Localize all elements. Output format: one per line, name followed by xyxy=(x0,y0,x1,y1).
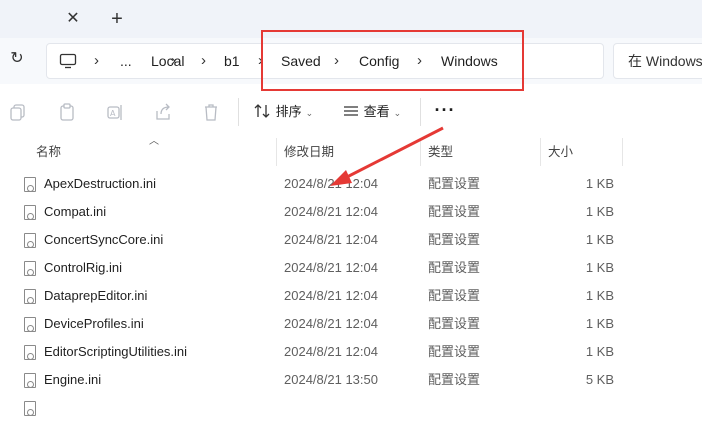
file-size: 1 KB xyxy=(585,260,614,275)
more-options-button[interactable]: ··· xyxy=(433,100,457,124)
file-row-partial[interactable] xyxy=(0,394,702,422)
delete-icon[interactable] xyxy=(201,102,221,122)
file-date: 2024/8/21 12:04 xyxy=(284,344,378,359)
config-file-icon xyxy=(24,177,36,192)
rename-icon[interactable]: A xyxy=(105,102,125,122)
config-file-icon xyxy=(24,373,36,388)
column-header-date[interactable]: 修改日期 xyxy=(276,138,420,166)
view-icon xyxy=(344,106,358,116)
breadcrumb-separator[interactable]: › xyxy=(201,44,206,78)
file-row[interactable]: DataprepEditor.ini 2024/8/21 12:04 配置设置 … xyxy=(0,282,702,310)
annotation-highlight-box xyxy=(261,30,524,91)
file-size: 1 KB xyxy=(585,232,614,247)
column-header-name[interactable]: 名称 xyxy=(28,138,276,166)
file-date: 2024/8/21 12:04 xyxy=(284,204,378,219)
new-tab-icon[interactable]: + xyxy=(107,9,127,29)
file-size: 1 KB xyxy=(585,176,614,191)
config-file-icon xyxy=(24,401,36,416)
file-row[interactable]: ControlRig.ini 2024/8/21 12:04 配置设置 1 KB xyxy=(0,254,702,282)
file-row[interactable]: ApexDestruction.ini 2024/8/21 12:04 配置设置… xyxy=(0,170,702,198)
config-file-icon xyxy=(24,345,36,360)
file-date: 2024/8/21 12:04 xyxy=(284,316,378,331)
file-row[interactable]: Compat.ini 2024/8/21 12:04 配置设置 1 KB xyxy=(0,198,702,226)
breadcrumb-local[interactable]: Local xyxy=(151,44,184,78)
file-type: 配置设置 xyxy=(428,260,481,275)
file-type: 配置设置 xyxy=(428,372,481,387)
copy-icon[interactable] xyxy=(8,102,28,122)
file-type: 配置设置 xyxy=(428,232,481,247)
file-size: 5 KB xyxy=(585,372,614,387)
sort-icon xyxy=(254,104,270,118)
share-icon[interactable] xyxy=(153,102,173,122)
config-file-icon xyxy=(24,289,36,304)
file-name: Engine.ini xyxy=(44,372,102,387)
file-name: ControlRig.ini xyxy=(44,260,123,275)
file-row[interactable]: EditorScriptingUtilities.ini 2024/8/21 1… xyxy=(0,338,702,366)
command-toolbar: A 排序 ⌄ 查看 ⌄ ··· xyxy=(0,92,702,132)
file-name: ConcertSyncCore.ini xyxy=(44,232,164,247)
file-type: 配置设置 xyxy=(428,204,481,219)
sort-label: 排序 xyxy=(275,104,302,119)
column-header: 名称 修改日期 类型 大小 xyxy=(0,138,702,166)
column-header-type[interactable]: 类型 xyxy=(420,138,540,166)
file-row[interactable]: DeviceProfiles.ini 2024/8/21 12:04 配置设置 … xyxy=(0,310,702,338)
sort-button[interactable]: 排序 ⌄ xyxy=(254,100,313,124)
file-name: ApexDestruction.ini xyxy=(44,176,156,191)
file-size: 1 KB xyxy=(585,316,614,331)
paste-icon[interactable] xyxy=(57,102,77,122)
file-row[interactable]: ConcertSyncCore.ini 2024/8/21 12:04 配置设置… xyxy=(0,226,702,254)
file-size: 1 KB xyxy=(585,288,614,303)
active-tab[interactable]: ✕ xyxy=(0,0,96,38)
file-row[interactable]: Engine.ini 2024/8/21 13:50 配置设置 5 KB xyxy=(0,366,702,394)
search-input[interactable]: 在 Windows xyxy=(613,43,702,79)
svg-text:A: A xyxy=(110,109,116,118)
file-date: 2024/8/21 13:50 xyxy=(284,372,378,387)
breadcrumb-overflow[interactable]: ... xyxy=(120,44,132,78)
file-type: 配置设置 xyxy=(428,344,481,359)
toolbar-divider xyxy=(420,98,421,126)
file-size: 1 KB xyxy=(585,344,614,359)
breadcrumb-b1[interactable]: b1 xyxy=(224,44,240,78)
file-name: DeviceProfiles.ini xyxy=(44,316,144,331)
file-size: 1 KB xyxy=(585,204,614,219)
config-file-icon xyxy=(24,205,36,220)
file-type: 配置设置 xyxy=(428,316,481,331)
file-name: Compat.ini xyxy=(44,204,107,219)
column-header-size[interactable]: 大小 xyxy=(540,138,622,166)
file-name: DataprepEditor.ini xyxy=(44,288,148,303)
view-button[interactable]: 查看 ⌄ xyxy=(342,100,401,124)
close-tab-icon[interactable]: ✕ xyxy=(64,10,82,28)
chevron-down-icon: ⌄ xyxy=(393,108,402,118)
refresh-icon[interactable]: ↻ xyxy=(8,50,26,68)
file-name: EditorScriptingUtilities.ini xyxy=(44,344,188,359)
file-date: 2024/8/21 12:04 xyxy=(284,232,378,247)
computer-icon[interactable] xyxy=(59,52,77,70)
view-label: 查看 xyxy=(363,104,390,119)
breadcrumb-separator[interactable]: › xyxy=(94,44,99,78)
file-date: 2024/8/21 12:04 xyxy=(284,288,378,303)
chevron-down-icon: ⌄ xyxy=(305,108,314,118)
file-type: 配置设置 xyxy=(428,288,481,303)
file-date: 2024/8/21 12:04 xyxy=(284,260,378,275)
file-date: 2024/8/21 12:04 xyxy=(284,176,378,191)
config-file-icon xyxy=(24,317,36,332)
config-file-icon xyxy=(24,233,36,248)
column-divider[interactable] xyxy=(622,138,623,166)
config-file-icon xyxy=(24,261,36,276)
toolbar-divider xyxy=(238,98,239,126)
file-type: 配置设置 xyxy=(428,176,481,191)
